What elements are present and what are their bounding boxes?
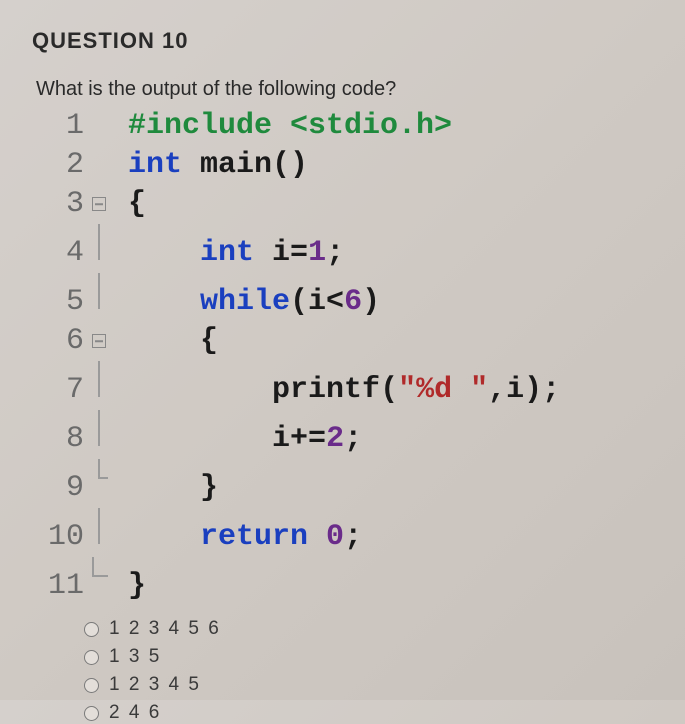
- code-fold-gutter: [88, 508, 128, 544]
- code-fold-gutter: [88, 273, 128, 309]
- line-number: 5: [40, 283, 88, 322]
- code-fold-gutter: [88, 459, 128, 495]
- answer-option[interactable]: 1 2 3 4 5: [84, 674, 653, 696]
- code-line: 10 return 0;: [40, 508, 653, 557]
- code-fold-gutter: [88, 224, 128, 260]
- fold-guide-line: [98, 273, 100, 309]
- answer-label: 1 3 5: [109, 646, 161, 668]
- line-number: 1: [40, 107, 88, 146]
- code-fold-gutter: [88, 197, 128, 211]
- fold-guide-line: [98, 224, 100, 260]
- code-fold-gutter: [88, 557, 128, 593]
- code-block: 1#include <stdio.h>2int main()3{4 int i=…: [40, 107, 653, 606]
- code-line: 9 }: [40, 459, 653, 508]
- code-fold-gutter: [88, 334, 128, 348]
- answer-label: 1 2 3 4 5 6: [109, 618, 221, 640]
- question-number: QUESTION 10: [32, 28, 653, 54]
- line-number: 6: [40, 322, 88, 361]
- line-number: 7: [40, 371, 88, 410]
- answer-option[interactable]: 2 4 6: [84, 702, 653, 724]
- code-line: 3{: [40, 185, 653, 224]
- line-number: 3: [40, 185, 88, 224]
- code-line: 11}: [40, 557, 653, 606]
- answer-option[interactable]: 1 3 5: [84, 646, 653, 668]
- code-text: int i=1;: [128, 234, 344, 273]
- code-text: {: [128, 322, 218, 361]
- code-line: 2 int main(): [40, 146, 653, 185]
- line-number: 8: [40, 420, 88, 459]
- fold-guide-tee: [98, 459, 110, 495]
- line-number: 9: [40, 469, 88, 508]
- code-text: i+=2;: [128, 420, 362, 459]
- radio-icon[interactable]: [84, 650, 99, 665]
- answer-option[interactable]: 1 2 3 4 5 6: [84, 618, 653, 640]
- code-text: }: [128, 567, 146, 606]
- line-number: 2: [40, 146, 88, 185]
- fold-guide-line: [98, 361, 100, 397]
- code-line: 1 #include <stdio.h>: [40, 107, 653, 146]
- radio-icon[interactable]: [84, 706, 99, 721]
- code-fold-gutter: [88, 361, 128, 397]
- radio-icon[interactable]: [84, 678, 99, 693]
- code-line: 7 printf("%d ",i);: [40, 361, 653, 410]
- code-line: 4 int i=1;: [40, 224, 653, 273]
- question-text: What is the output of the following code…: [36, 78, 653, 101]
- code-text: int main(): [128, 146, 308, 185]
- answer-label: 2 4 6: [109, 702, 161, 724]
- line-number: 4: [40, 234, 88, 273]
- answer-list: 1 2 3 4 5 6 1 3 5 1 2 3 4 5 2 4 6: [84, 618, 653, 724]
- code-text: #include <stdio.h>: [128, 107, 452, 146]
- code-line: 8 i+=2;: [40, 410, 653, 459]
- fold-guide-end: [92, 557, 110, 593]
- answer-label: 1 2 3 4 5: [109, 674, 201, 696]
- code-text: }: [128, 469, 218, 508]
- radio-icon[interactable]: [84, 622, 99, 637]
- fold-toggle-icon[interactable]: [92, 334, 106, 348]
- code-text: return 0;: [128, 518, 362, 557]
- code-text: {: [128, 185, 146, 224]
- code-line: 5 while(i<6): [40, 273, 653, 322]
- fold-guide-line: [98, 508, 100, 544]
- line-number: 11: [40, 567, 88, 606]
- fold-guide-line: [98, 410, 100, 446]
- fold-toggle-icon[interactable]: [92, 197, 106, 211]
- code-text: printf("%d ",i);: [128, 371, 560, 410]
- code-line: 6 {: [40, 322, 653, 361]
- code-fold-gutter: [88, 410, 128, 446]
- code-text: while(i<6): [128, 283, 380, 322]
- line-number: 10: [40, 518, 88, 557]
